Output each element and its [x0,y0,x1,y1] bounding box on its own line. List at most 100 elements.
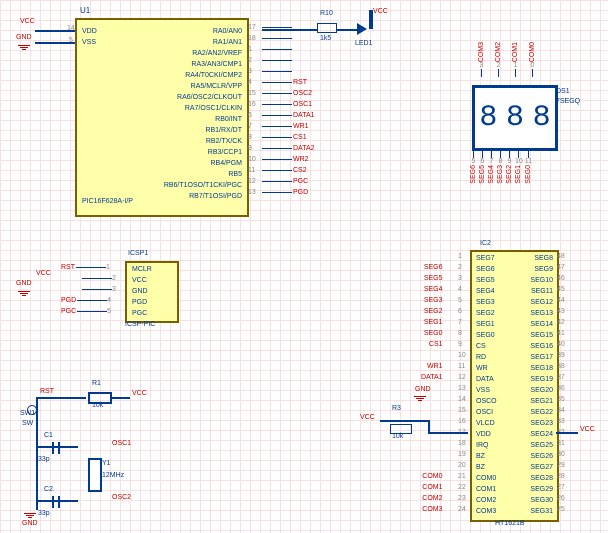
pin-stub: 11CS2 [248,165,316,176]
seg-pin: COM22 [495,42,502,77]
seg-pin: 9SEG2 [506,150,513,184]
pin-label: WR [476,363,497,374]
pin-num: 10 [458,350,466,361]
pin-num: 20 [458,460,466,471]
pin-stub: 17 [248,22,316,33]
icsp-pins: MCLRVCCGNDPGDPGC [132,264,152,319]
pin-stub: 7WR1 [248,121,316,132]
pin-label: COM3 [476,506,497,517]
pin-label: SEG12 [530,297,553,308]
pin-label: RA0/AN0 [213,26,242,37]
pin-num: 22 [458,482,466,493]
wire [337,29,357,31]
pin-num: 13 [458,383,466,394]
pin-num: 39 [557,350,565,361]
pin-label: RB4/PGM [210,158,242,169]
wire [380,420,418,422]
pin-num: 48 [557,251,565,262]
pin-num: 41 [557,328,565,339]
net-label: SEG4 [420,284,444,295]
pin-label: BZ [476,451,497,462]
c2-ref: C2 [44,486,53,493]
pin-stub: 8CS1 [248,132,316,143]
c2 [52,496,60,508]
wire [262,29,317,31]
icsp-body: MCLRVCCGNDPGDPGC [125,261,179,323]
gnd-label: GND [16,34,32,41]
pin-stub: 6DATA1 [248,110,316,121]
pin-stub: 1 [248,44,316,55]
pin-label: RD [476,352,497,363]
net-label: SEG1 [420,317,444,328]
pin-num: 21 [458,471,466,482]
vcc-rst: VCC [132,390,147,397]
osc2-net: OSC2 [112,494,131,501]
icsp-ref: ICSP1 [128,250,148,257]
pin-label: RA4/T0CKI/CMP2 [185,70,242,81]
pin-label: MCLR [132,264,152,275]
ic2-ref: IC2 [480,240,491,247]
pin-label: VCC [132,275,152,286]
pin-label: GND [132,286,152,297]
pin-label: SEG20 [530,385,553,396]
seg-pin: 7SEG4 [488,150,495,184]
net-label [420,251,444,262]
pin-stub: 2 [60,273,116,284]
pin-label: SEG22 [530,407,553,418]
pin-num: 40 [557,339,565,350]
seg-pin: COM00 [529,42,536,77]
pin-label: RA3/AN3/CMP1 [191,59,242,70]
net-label: SEG2 [420,306,444,317]
pin-num: 26 [557,493,565,504]
pin-num: 31 [557,438,565,449]
pin-label: SEG19 [530,374,553,385]
r10 [317,23,337,33]
y1-val: 12MHz [102,472,124,479]
net-label: WR1 [420,361,444,372]
pin-num: 34 [557,405,565,416]
pin-label: RB5 [228,169,242,180]
wire [428,432,468,434]
net-label: SEG6 [420,262,444,273]
u1-part: PIC16F628A-I/P [82,198,133,205]
net-label [420,350,444,361]
seg-pin: 10SEG1 [515,150,523,184]
vcc-u1: VCC [20,18,35,25]
net-label: SEG0 [420,328,444,339]
u1-right-pins: RA0/AN0RA1/AN1RA2/AN2/VREFRA3/AN3/CMP1RA… [164,26,242,202]
pin-stub: 10WR2 [248,154,316,165]
net-label [420,438,444,449]
pin-num: 28 [557,471,565,482]
net-label [420,405,444,416]
pin-label: SEG24 [530,429,553,440]
ds1-display: 8 8 8 [472,85,558,151]
rst-net: RST [40,388,54,395]
pin-num: 5 [69,37,73,44]
pin-label: RB2/TX/CK [206,136,242,147]
led1-ref: LED1 [355,40,373,47]
c2-val: 33p [38,510,50,517]
pin-num: 5 [458,295,466,306]
pin-num: 42 [557,317,565,328]
pin-label: SEG21 [530,396,553,407]
vcc-r3: VCC [360,414,375,421]
net-label: SEG5 [420,273,444,284]
pin-stub: 15OSC2 [248,88,316,99]
pin-label: SEG15 [530,330,553,341]
pin-num: 4 [458,284,466,295]
ic2-left-nets: SEG6SEG5SEG4SEG3SEG2SEG1SEG0CS1WR1DATA1C… [420,251,444,515]
pin-num: 37 [557,372,565,383]
pin-num: 3 [458,273,466,284]
pin-label: VDD [82,28,97,35]
pin-num: 6 [458,306,466,317]
pin-num: 35 [557,394,565,405]
pin-label: SEG13 [530,308,553,319]
pin-label: RB3/CCP1 [208,147,242,158]
ds1-ref: DS1 [556,88,570,95]
seg-pin: 11SEG0 [525,150,532,184]
pin-label: OSCI [476,407,497,418]
pin-stub: 12PGC [248,176,316,187]
pin-label: SEG7 [476,253,497,264]
pin-label: COM2 [476,495,497,506]
pin-num: 18 [458,438,466,449]
